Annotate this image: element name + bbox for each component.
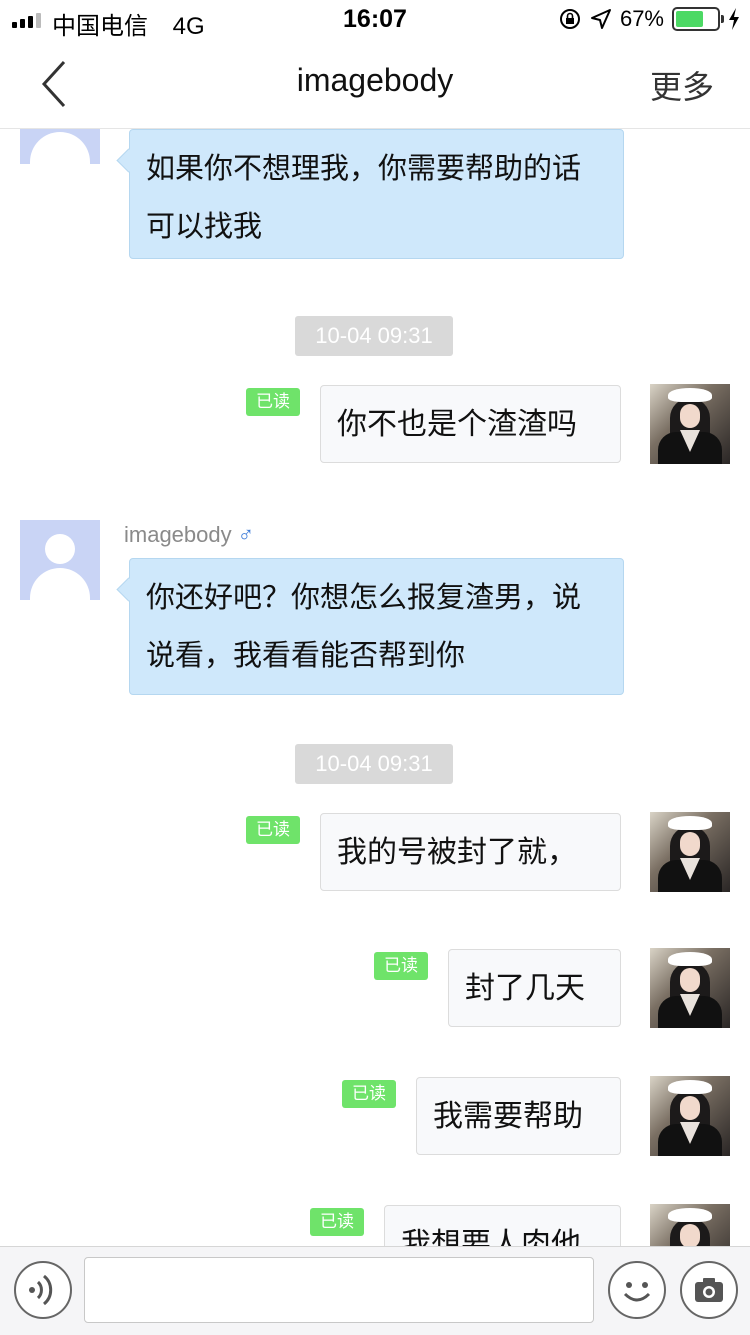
- camera-button[interactable]: [680, 1261, 738, 1319]
- message-bubble[interactable]: 封了几天: [448, 949, 621, 1027]
- timestamp: 10-04 09:31: [295, 744, 453, 784]
- emoji-button[interactable]: [608, 1261, 666, 1319]
- message-bubble[interactable]: 你不也是个渣渣吗: [320, 385, 621, 463]
- status-bar: 中国电信 4G 16:07 67%: [0, 0, 750, 40]
- message-input[interactable]: [84, 1257, 594, 1323]
- message-text: 你还好吧？你想怎么报复渣男，说说看，我看看能否帮到你: [146, 580, 582, 672]
- read-badge: 已读: [374, 952, 428, 980]
- voice-button[interactable]: [14, 1261, 72, 1319]
- message-bubble[interactable]: 我想要人肉他: [384, 1205, 621, 1246]
- read-badge: 已读: [342, 1080, 396, 1108]
- sender-name: imagebody ♂: [124, 522, 255, 547]
- message-bubble[interactable]: 你还好吧？你想怎么报复渣男，说说看，我看看能否帮到你: [129, 558, 624, 695]
- avatar[interactable]: [650, 948, 730, 1028]
- avatar[interactable]: [20, 520, 100, 600]
- orientation-lock-icon: [559, 9, 580, 29]
- message-text: 我需要帮助: [433, 1099, 583, 1134]
- timestamp: 10-04 09:31: [295, 316, 453, 356]
- more-button[interactable]: 更多: [650, 62, 714, 108]
- message-text: 封了几天: [465, 971, 585, 1006]
- avatar[interactable]: [650, 812, 730, 892]
- battery-icon: [672, 7, 724, 31]
- battery-percent: 67%: [619, 6, 664, 31]
- read-badge: 已读: [246, 388, 300, 416]
- message-text: 我想要人肉他: [401, 1227, 581, 1246]
- nav-bar: imagebody 更多: [0, 40, 750, 129]
- page-title: imagebody: [296, 62, 454, 98]
- status-icons: 67%: [558, 6, 740, 32]
- location-icon: [590, 9, 611, 29]
- voice-icon: [29, 1274, 53, 1306]
- camera-icon: [695, 1278, 723, 1302]
- avatar[interactable]: [650, 1076, 730, 1156]
- read-badge: 已读: [246, 816, 300, 844]
- message-text: 如果你不想理我，你需要帮助的话可以找我: [146, 151, 582, 243]
- avatar[interactable]: [20, 129, 100, 164]
- message-bubble[interactable]: 如果你不想理我，你需要帮助的话可以找我: [129, 129, 624, 259]
- avatar[interactable]: [650, 384, 730, 464]
- charging-icon: [729, 8, 739, 30]
- message-bubble[interactable]: 我需要帮助: [416, 1077, 621, 1155]
- emoji-icon: [623, 1282, 651, 1302]
- chat-list[interactable]: 如果你不想理我，你需要帮助的话可以找我 10-04 09:31 已读 你不也是个…: [0, 129, 750, 1246]
- avatar[interactable]: [650, 1204, 730, 1246]
- message-text: 你不也是个渣渣吗: [337, 407, 577, 442]
- male-icon: ♂: [237, 522, 255, 547]
- message-bubble[interactable]: 我的号被封了就，: [320, 813, 621, 891]
- message-text: 我的号被封了就，: [337, 835, 577, 870]
- input-bar: [0, 1246, 750, 1335]
- read-badge: 已读: [310, 1208, 364, 1236]
